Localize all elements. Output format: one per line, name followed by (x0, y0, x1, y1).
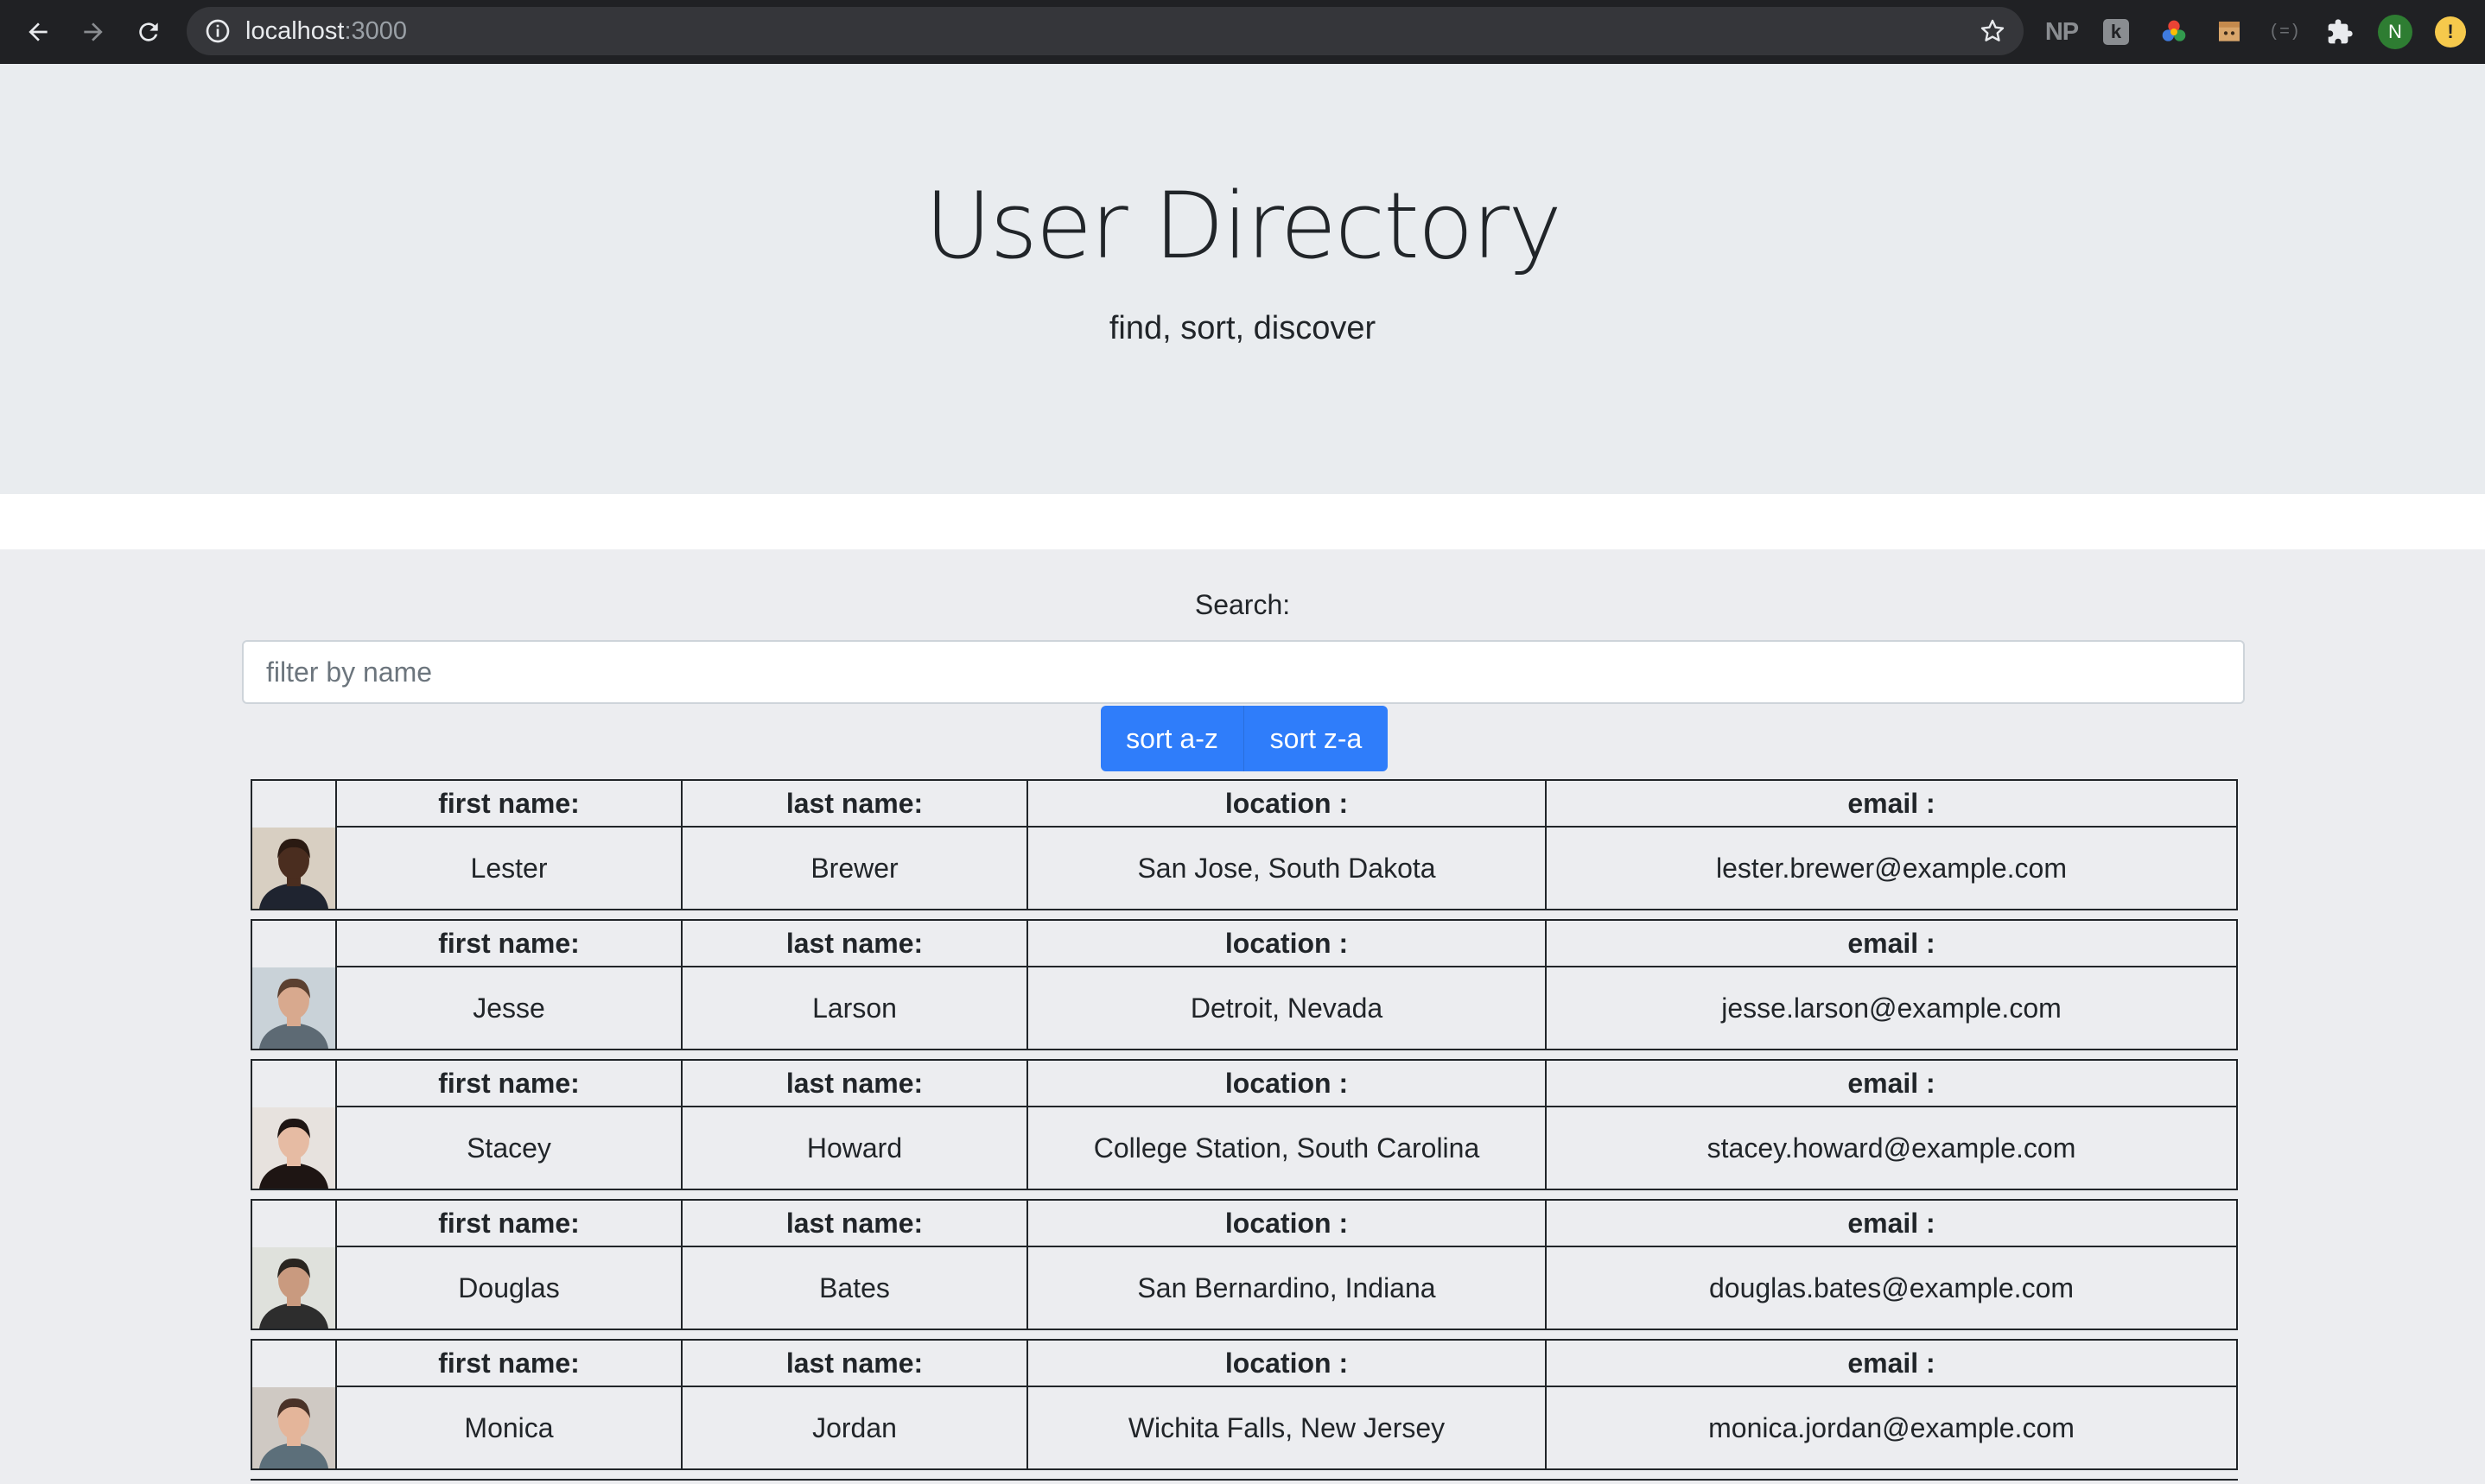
first-name-cell: Stacey (335, 1106, 683, 1190)
email-header: email : (1545, 1339, 2238, 1387)
first-name-header: first name: (335, 1199, 683, 1247)
first-name-header: first name: (335, 1059, 683, 1107)
user-avatar-image (252, 967, 335, 1049)
email-cell: jesse.larson@example.com (1545, 966, 2238, 1050)
back-icon[interactable] (17, 11, 59, 53)
address-bar[interactable]: localhost:3000 (187, 7, 2024, 55)
location-header: location : (1026, 919, 1547, 967)
forward-icon[interactable] (73, 11, 114, 53)
user-photo-cell (251, 779, 337, 910)
sort-button-group: sort a-z sort z-a (1101, 706, 1388, 771)
location-cell: San Bernardino, Indiana (1026, 1246, 1547, 1330)
jumbotron: User Directory find, sort, discover (0, 64, 2485, 494)
user-card: first name: last name: location : email … (251, 1059, 2238, 1190)
browser-toolbar: localhost:3000 NP k (=) N ! (0, 0, 2485, 65)
user-avatar-image (252, 1247, 335, 1329)
email-header: email : (1545, 779, 2238, 828)
extension-color-wheel-icon[interactable] (2158, 16, 2189, 48)
page-subtitle: find, sort, discover (1109, 310, 1376, 346)
last-name-header: last name: (681, 1199, 1028, 1247)
location-header: location : (1026, 1059, 1547, 1107)
extension-brackets-icon[interactable]: (=) (2269, 16, 2300, 48)
user-card: first name: last name: location : email … (251, 1199, 2238, 1330)
last-name-cell: Bates (681, 1246, 1028, 1330)
user-avatar-image (252, 1107, 335, 1189)
email-header: email : (1545, 1199, 2238, 1247)
page-title: User Directory (925, 173, 1562, 279)
first-name-cell: Lester (335, 826, 683, 910)
site-info-icon[interactable] (204, 17, 232, 45)
location-cell: College Station, South Carolina (1026, 1106, 1547, 1190)
location-header: location : (1026, 779, 1547, 828)
first-name-header: first name: (335, 919, 683, 967)
location-cell: Wichita Falls, New Jersey (1026, 1386, 1547, 1470)
extension-box-icon[interactable] (2214, 16, 2245, 48)
sort-az-button[interactable]: sort a-z (1101, 706, 1244, 771)
profile-avatar[interactable]: N (2378, 15, 2412, 49)
user-card: first name: last name: location : email … (251, 1339, 2238, 1470)
email-cell: lester.brewer@example.com (1545, 826, 2238, 910)
user-photo-cell (251, 1059, 337, 1190)
last-name-cell: Larson (681, 966, 1028, 1050)
first-name-cell: Jesse (335, 966, 683, 1050)
user-photo-cell (251, 919, 337, 1050)
section-divider (0, 494, 2485, 549)
bookmark-star-icon[interactable] (1979, 17, 2006, 45)
last-name-header: last name: (681, 919, 1028, 967)
search-label: Search: (1194, 589, 1291, 620)
location-cell: San Jose, South Dakota (1026, 826, 1547, 910)
user-avatar-image (252, 828, 335, 909)
email-cell: douglas.bates@example.com (1545, 1246, 2238, 1330)
url-text[interactable]: localhost:3000 (245, 7, 407, 55)
last-name-cell: Jordan (681, 1386, 1028, 1470)
extension-np-icon[interactable]: NP (2045, 16, 2079, 48)
extension-k-icon[interactable]: k (2103, 19, 2129, 45)
last-name-header: last name: (681, 779, 1028, 828)
update-alert-icon[interactable]: ! (2435, 16, 2466, 48)
email-cell: monica.jordan@example.com (1545, 1386, 2238, 1470)
user-photo-cell (251, 1199, 337, 1330)
first-name-header: first name: (335, 1339, 683, 1387)
user-card: first name: last name: location : email … (251, 919, 2238, 1050)
location-cell: Detroit, Nevada (1026, 966, 1547, 1050)
reload-icon[interactable] (128, 11, 169, 53)
search-input[interactable] (242, 640, 2245, 704)
last-name-cell: Howard (681, 1106, 1028, 1190)
next-user-card-edge (251, 1479, 2238, 1484)
location-header: location : (1026, 1199, 1547, 1247)
sort-za-button[interactable]: sort z-a (1244, 706, 1388, 771)
first-name-header: first name: (335, 779, 683, 828)
first-name-cell: Monica (335, 1386, 683, 1470)
first-name-cell: Douglas (335, 1246, 683, 1330)
user-photo-cell (251, 1339, 337, 1470)
extensions-puzzle-icon[interactable] (2324, 16, 2355, 48)
last-name-header: last name: (681, 1059, 1028, 1107)
user-avatar-image (252, 1387, 335, 1468)
email-header: email : (1545, 1059, 2238, 1107)
email-cell: stacey.howard@example.com (1545, 1106, 2238, 1190)
user-card: first name: last name: location : email … (251, 779, 2238, 910)
location-header: location : (1026, 1339, 1547, 1387)
email-header: email : (1545, 919, 2238, 967)
last-name-cell: Brewer (681, 826, 1028, 910)
last-name-header: last name: (681, 1339, 1028, 1387)
